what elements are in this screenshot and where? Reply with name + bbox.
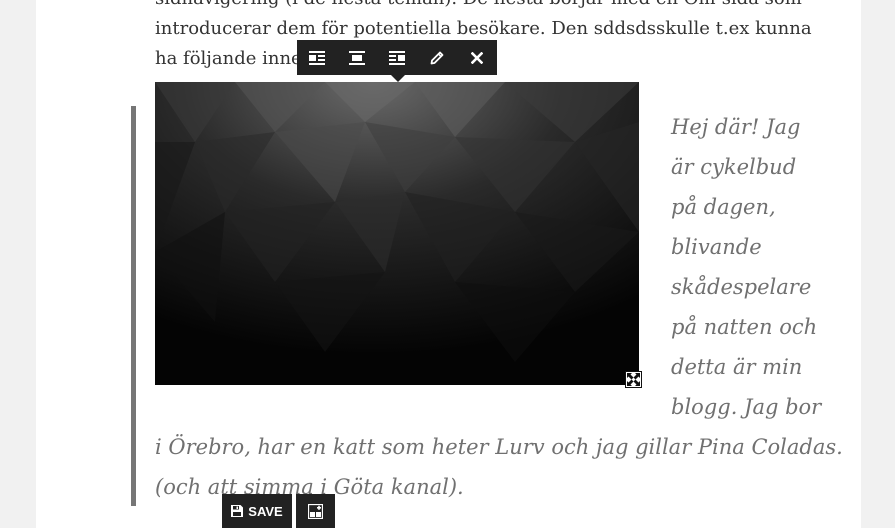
remove-button[interactable] [457,40,497,75]
quote-line: detta är min [671,355,803,379]
quote-line: på natten och [671,315,818,339]
close-icon [471,51,483,64]
page-content: sidnavigering (i de flesta teman). De fl… [36,0,861,528]
toolbar-pointer [391,75,405,82]
selected-image[interactable] [155,82,639,385]
low-poly-background [155,82,639,385]
add-block-icon [308,503,323,519]
align-center-button[interactable] [337,40,377,75]
resize-handle[interactable] [625,371,642,388]
align-center-icon [349,50,365,65]
quote-line: på dagen, [671,195,776,219]
quote-line: Hej där! Jag [671,115,801,139]
quote-line: i Örebro, har en katt som heter Lurv och… [155,435,843,459]
align-right-button[interactable] [377,40,417,75]
quote-line: blogg. Jag bor [671,395,822,419]
floppy-disk-icon [231,505,244,517]
insert-block-button[interactable] [296,494,335,528]
quote-line: skådespelare [671,275,812,299]
save-label: SAVE [248,503,283,519]
edit-button[interactable] [417,40,457,75]
paragraph-line: sidnavigering (i de flesta teman). De fl… [155,0,825,14]
blockquote-bar [131,106,136,506]
align-left-icon [309,50,325,65]
pencil-icon [430,51,443,65]
save-button[interactable]: SAVE [222,494,292,528]
image-toolbar [297,40,497,75]
align-left-button[interactable] [297,40,337,75]
align-right-icon [389,50,405,65]
quote-line: är cykelbud [671,155,797,179]
expand-arrows-icon [627,373,640,386]
quote-line: blivande [671,235,762,259]
